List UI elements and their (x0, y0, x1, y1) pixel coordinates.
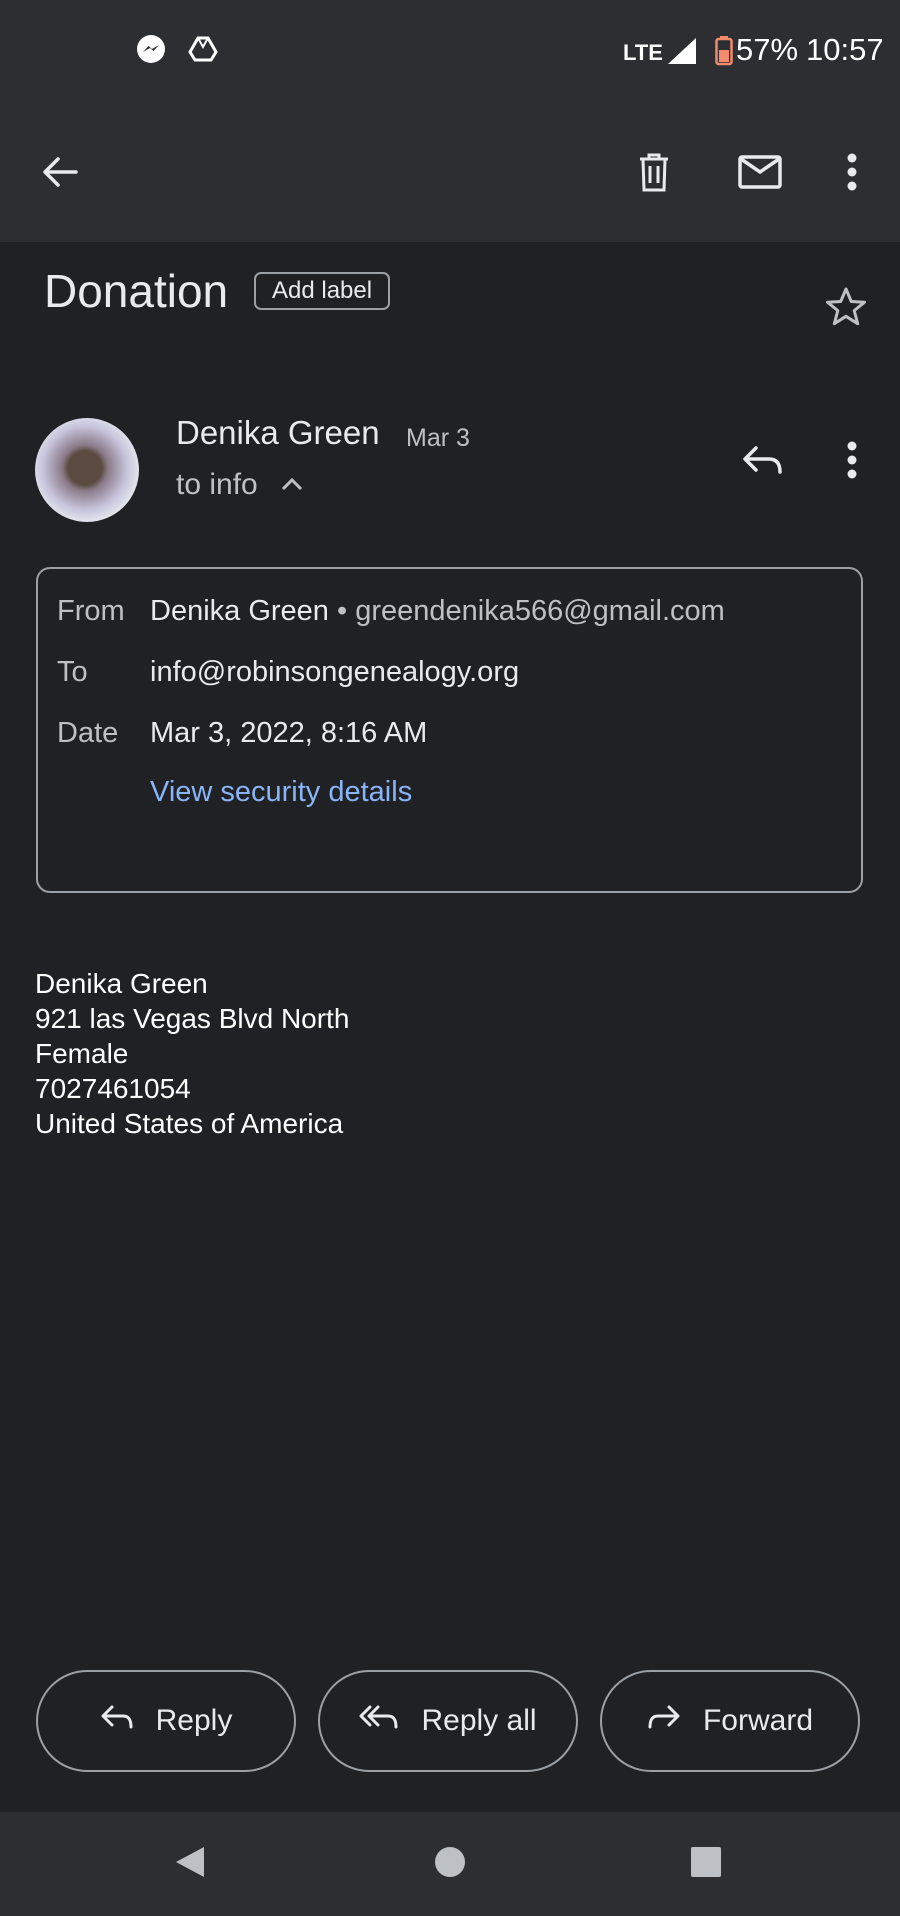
mail-icon (738, 154, 782, 194)
message-date: Mar 3 (406, 424, 470, 452)
body-line: Denika Green (35, 968, 208, 999)
date-label: Date (57, 717, 119, 749)
clock: 10:57 (806, 32, 884, 67)
star-button[interactable] (824, 286, 868, 333)
messenger-icon (136, 34, 166, 69)
square-recents-icon (690, 1846, 722, 1883)
mark-unread-button[interactable] (730, 144, 790, 204)
nav-recents-button[interactable] (676, 1834, 736, 1894)
triangle-back-icon (174, 1845, 206, 1884)
delete-button[interactable] (624, 144, 684, 204)
recipient-summary[interactable]: to info (176, 468, 258, 502)
chevron-up-icon[interactable] (280, 476, 304, 497)
more-vert-icon (847, 441, 857, 484)
body-line: 921 las Vegas Blvd North (35, 1003, 350, 1034)
email-body: Denika Green 921 las Vegas Blvd North Fe… (35, 966, 349, 1141)
network-type: LTE (623, 40, 663, 65)
forward-button-label: Forward (702, 1704, 814, 1737)
to-label: To (57, 656, 88, 688)
from-name: Denika Green (150, 595, 329, 627)
from-label: From (57, 595, 125, 627)
reply-button[interactable]: Reply (36, 1670, 296, 1772)
battery-icon (715, 36, 733, 71)
reply-all-button[interactable]: Reply all (318, 1670, 578, 1772)
reply-icon (100, 1704, 134, 1738)
status-bar: LTE 57% 10:57 (0, 0, 900, 100)
nav-back-button[interactable] (160, 1834, 220, 1894)
more-options-button[interactable] (822, 144, 882, 204)
from-email: • greendenika566@gmail.com (337, 595, 725, 627)
forward-icon (647, 1704, 681, 1738)
email-subject: Donation (44, 265, 229, 317)
body-line: United States of America (35, 1108, 344, 1139)
back-button[interactable] (30, 144, 90, 204)
reply-icon-button[interactable] (734, 434, 790, 490)
reply-all-icon (359, 1704, 399, 1738)
back-arrow-icon (42, 156, 78, 193)
view-security-details-link[interactable]: View security details (150, 776, 412, 809)
drive-icon (188, 34, 218, 69)
add-label-chip[interactable]: Add label (254, 272, 391, 310)
from-value: Denika Green • greendenika566@gmail.com (150, 595, 725, 628)
body-line: 7027461054 (35, 1073, 191, 1104)
sender-name: Denika Green (176, 414, 380, 451)
email-toolbar (0, 100, 900, 242)
more-vert-icon (847, 153, 857, 196)
system-nav-bar (0, 1812, 900, 1916)
reply-button-label: Reply (155, 1704, 233, 1737)
signal-icon (668, 38, 696, 69)
star-icon (824, 287, 868, 332)
trash-icon (638, 152, 670, 197)
forward-button[interactable]: Forward (600, 1670, 860, 1772)
body-line: Female (35, 1038, 129, 1069)
message-more-button[interactable] (822, 434, 882, 490)
battery-percent: 57% (736, 32, 799, 67)
date-value: Mar 3, 2022, 8:16 AM (150, 717, 428, 749)
sender-avatar[interactable] (35, 418, 139, 522)
to-value: info@robinsongenealogy.org (150, 656, 520, 688)
nav-home-button[interactable] (420, 1834, 480, 1894)
reply-all-button-label: Reply all (421, 1704, 537, 1737)
reply-icon (741, 444, 783, 481)
circle-home-icon (434, 1846, 466, 1883)
